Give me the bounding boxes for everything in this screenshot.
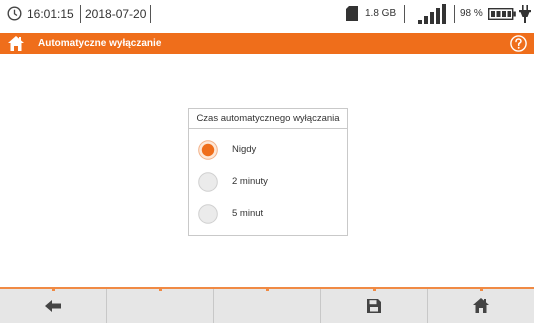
home-icon[interactable]	[8, 36, 24, 51]
plug-icon	[519, 5, 531, 23]
radio-selected-icon[interactable]	[198, 140, 218, 160]
sd-card-icon	[346, 6, 358, 21]
help-icon[interactable]	[510, 35, 527, 52]
clock-icon	[7, 6, 22, 21]
status-divider	[80, 5, 81, 23]
status-divider	[150, 5, 151, 23]
dialog-title: Czas automatycznego wyłączania	[189, 109, 347, 129]
toolbar-button-empty[interactable]	[107, 289, 214, 323]
page-title: Automatyczne wyłączanie	[38, 38, 162, 49]
status-bar: 16:01:15 2018-07-20 1.8 GB 98 %	[0, 0, 534, 28]
bottom-toolbar	[0, 287, 534, 323]
home-button[interactable]	[428, 289, 534, 323]
battery-percent: 98 %	[460, 8, 483, 19]
save-button[interactable]	[321, 289, 428, 323]
status-time: 16:01:15	[27, 7, 74, 21]
back-button[interactable]	[0, 289, 107, 323]
auto-off-dialog: Czas automatycznego wyłączania Nigdy 2 m…	[188, 108, 348, 236]
radio-unselected-icon[interactable]	[198, 204, 218, 224]
radio-unselected-icon[interactable]	[198, 172, 218, 192]
option-nigdy[interactable]: Nigdy	[198, 139, 338, 161]
back-arrow-icon	[45, 300, 61, 312]
home-icon	[473, 298, 489, 313]
status-divider	[454, 5, 455, 23]
battery-icon	[488, 8, 516, 20]
storage-free: 1.8 GB	[365, 8, 397, 19]
option-label: Nigdy	[232, 144, 257, 155]
option-5-minut[interactable]: 5 minut	[198, 203, 338, 225]
status-divider	[404, 5, 405, 23]
option-label: 5 minut	[232, 208, 264, 219]
status-date: 2018-07-20	[85, 7, 147, 21]
save-icon	[367, 299, 381, 313]
toolbar-button-empty[interactable]	[214, 289, 321, 323]
option-2-minuty[interactable]: 2 minuty	[198, 171, 338, 193]
title-bar: Automatyczne wyłączanie	[0, 33, 534, 54]
signal-icon	[418, 4, 446, 24]
option-label: 2 minuty	[232, 176, 268, 187]
